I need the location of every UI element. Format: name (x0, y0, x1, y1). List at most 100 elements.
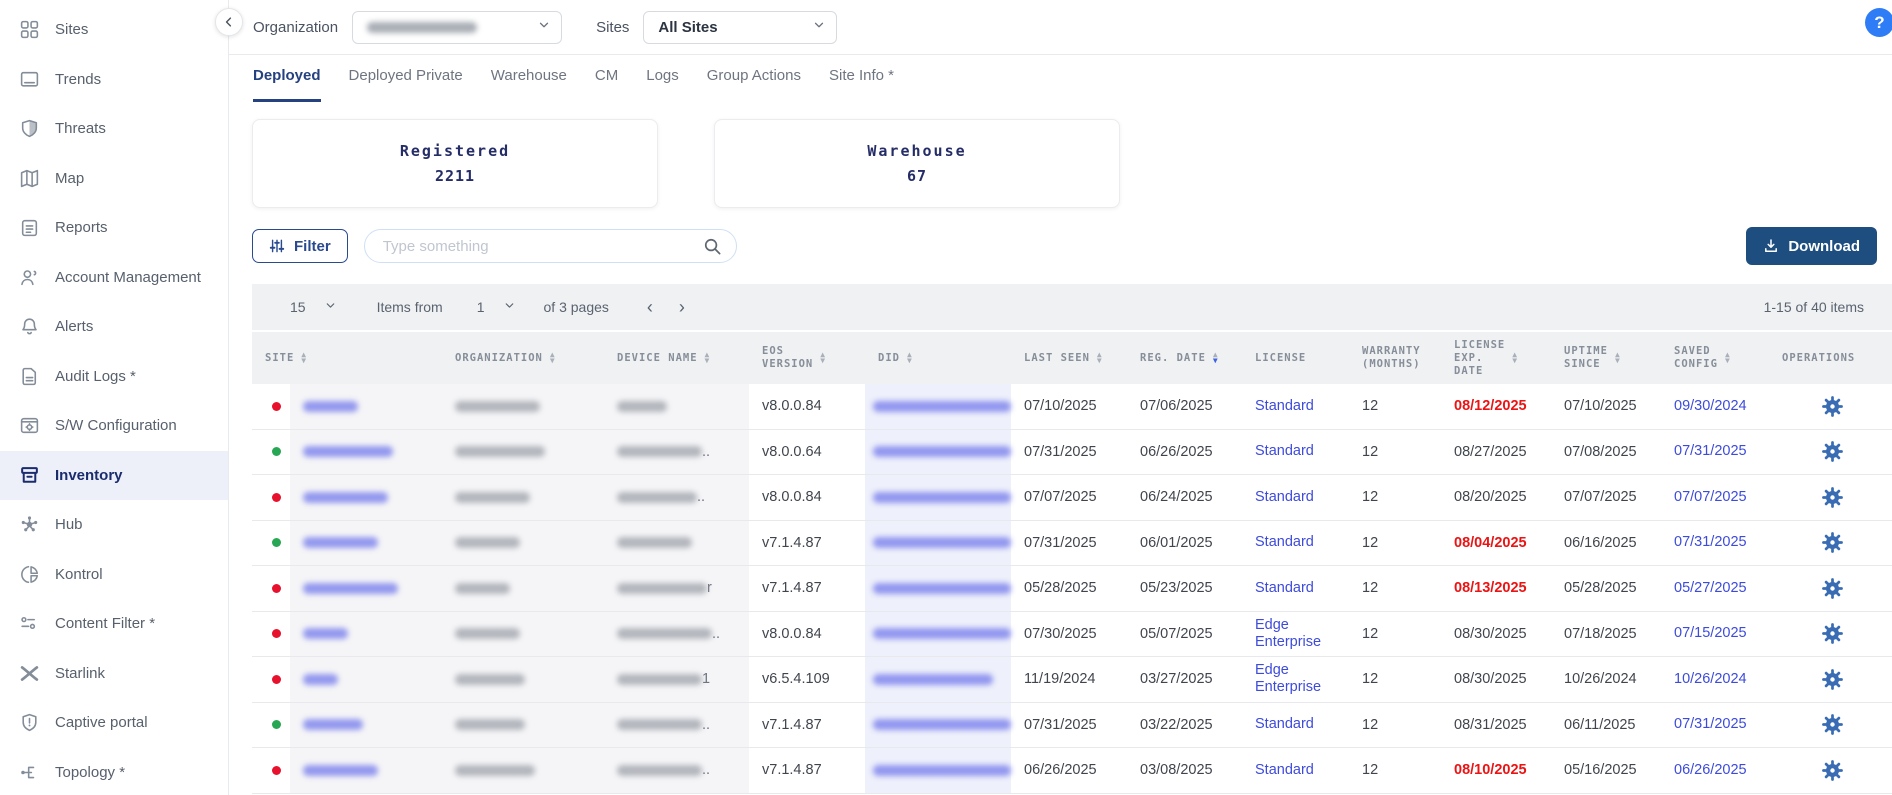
page-select[interactable]: 1 (477, 299, 516, 315)
sort-arrows-icon[interactable]: ▲▼ (1097, 352, 1103, 365)
gear-icon[interactable] (1822, 487, 1843, 508)
sites-select[interactable]: All Sites (643, 11, 837, 44)
sort-arrows-icon[interactable]: ▲▼ (550, 352, 556, 365)
tab-warehouse[interactable]: Warehouse (491, 67, 567, 102)
sidebar-item-kontrol[interactable]: Kontrol (0, 550, 228, 600)
did-cell[interactable] (865, 657, 1011, 702)
help-button[interactable]: ? (1865, 8, 1892, 37)
sort-arrows-icon[interactable]: ▲▼ (1615, 352, 1621, 365)
sidebar-item-inventory[interactable]: Inventory (0, 451, 228, 501)
sort-arrows-icon[interactable]: ▲▼ (1213, 352, 1219, 365)
sidebar-item-captive-portal[interactable]: Captive portal (0, 698, 228, 748)
organization-select[interactable] (352, 11, 562, 44)
site-cell[interactable] (290, 748, 442, 793)
gear-icon[interactable] (1822, 669, 1843, 690)
saved-config-link[interactable]: 07/31/2025 (1674, 716, 1747, 733)
license-cell[interactable]: Standard (1242, 521, 1349, 566)
site-cell[interactable] (290, 657, 442, 702)
saved-config-cell[interactable]: 10/26/2024 (1661, 657, 1769, 702)
saved-config-link[interactable]: 07/15/2025 (1674, 625, 1747, 642)
site-cell[interactable] (290, 475, 442, 520)
page-size-select[interactable]: 15 (290, 299, 337, 315)
saved-config-cell[interactable]: 09/30/2024 (1661, 384, 1769, 429)
license-link[interactable]: Standard (1255, 534, 1314, 551)
filter-button[interactable]: Filter (252, 229, 348, 263)
license-cell[interactable]: Standard (1242, 430, 1349, 475)
sort-arrows-icon[interactable]: ▲▼ (1512, 352, 1518, 365)
license-link[interactable]: Standard (1255, 443, 1314, 460)
license-link[interactable]: Standard (1255, 398, 1314, 415)
saved-config-cell[interactable]: 05/27/2025 (1661, 566, 1769, 611)
site-cell[interactable] (290, 612, 442, 657)
license-link[interactable]: Edge Enterprise (1255, 617, 1349, 651)
sidebar-item-threats[interactable]: Threats (0, 104, 228, 154)
sidebar-item-audit-logs[interactable]: Audit Logs * (0, 352, 228, 402)
saved-config-link[interactable]: 10/26/2024 (1674, 671, 1747, 688)
license-cell[interactable]: Edge Enterprise (1242, 657, 1349, 702)
tab-deployed[interactable]: Deployed (253, 67, 321, 102)
sidebar-item-s-w-configuration[interactable]: S/W Configuration (0, 401, 228, 451)
license-cell[interactable]: Standard (1242, 475, 1349, 520)
saved-config-cell[interactable]: 07/07/2025 (1661, 475, 1769, 520)
gear-icon[interactable] (1822, 623, 1843, 644)
saved-config-cell[interactable]: 07/31/2025 (1661, 703, 1769, 748)
sidebar-item-trends[interactable]: Trends (0, 55, 228, 105)
sidebar-item-hub[interactable]: Hub (0, 500, 228, 550)
tab-deployed-private[interactable]: Deployed Private (349, 67, 463, 102)
sort-arrows-icon[interactable]: ▲▼ (705, 352, 711, 365)
license-link[interactable]: Edge Enterprise (1255, 662, 1349, 696)
did-cell[interactable] (865, 703, 1011, 748)
tab-logs[interactable]: Logs (646, 67, 679, 102)
download-button[interactable]: Download (1746, 227, 1877, 265)
site-cell[interactable] (290, 521, 442, 566)
tab-cm[interactable]: CM (595, 67, 618, 102)
site-cell[interactable] (290, 384, 442, 429)
sidebar-item-account-management[interactable]: Account Management (0, 253, 228, 303)
site-cell[interactable] (290, 430, 442, 475)
sidebar-item-topology[interactable]: Topology * (0, 748, 228, 795)
sort-arrows-icon[interactable]: ▲▼ (907, 352, 913, 365)
next-page-button[interactable]: › (679, 298, 685, 316)
license-cell[interactable]: Standard (1242, 703, 1349, 748)
tab-group-actions[interactable]: Group Actions (707, 67, 801, 102)
did-cell[interactable] (865, 384, 1011, 429)
sort-arrows-icon[interactable]: ▲▼ (1725, 352, 1731, 365)
license-cell[interactable]: Edge Enterprise (1242, 612, 1349, 657)
did-cell[interactable] (865, 612, 1011, 657)
sort-arrows-icon[interactable]: ▲▼ (301, 352, 307, 365)
license-cell[interactable]: Standard (1242, 566, 1349, 611)
sidebar-item-alerts[interactable]: Alerts (0, 302, 228, 352)
gear-icon[interactable] (1822, 532, 1843, 553)
license-link[interactable]: Standard (1255, 762, 1314, 779)
search-icon[interactable] (703, 237, 722, 256)
gear-icon[interactable] (1822, 396, 1843, 417)
saved-config-link[interactable]: 05/27/2025 (1674, 580, 1747, 597)
gear-icon[interactable] (1822, 760, 1843, 781)
site-cell[interactable] (290, 566, 442, 611)
tab-site-info[interactable]: Site Info * (829, 67, 894, 102)
saved-config-cell[interactable]: 07/31/2025 (1661, 521, 1769, 566)
gear-icon[interactable] (1822, 441, 1843, 462)
gear-icon[interactable] (1822, 578, 1843, 599)
search-input[interactable] (383, 238, 703, 255)
saved-config-link[interactable]: 06/26/2025 (1674, 762, 1747, 779)
saved-config-link[interactable]: 07/31/2025 (1674, 534, 1747, 551)
sidebar-item-content-filter[interactable]: Content Filter * (0, 599, 228, 649)
saved-config-link[interactable]: 07/07/2025 (1674, 489, 1747, 506)
prev-page-button[interactable]: ‹ (647, 298, 653, 316)
license-link[interactable]: Standard (1255, 580, 1314, 597)
did-cell[interactable] (865, 521, 1011, 566)
sort-arrows-icon[interactable]: ▲▼ (820, 352, 826, 365)
saved-config-cell[interactable]: 06/26/2025 (1661, 748, 1769, 793)
saved-config-cell[interactable]: 07/15/2025 (1661, 612, 1769, 657)
did-cell[interactable] (865, 430, 1011, 475)
license-link[interactable]: Standard (1255, 716, 1314, 733)
sidebar-item-reports[interactable]: Reports (0, 203, 228, 253)
sidebar-item-sites[interactable]: Sites (0, 5, 228, 55)
saved-config-link[interactable]: 07/31/2025 (1674, 443, 1747, 460)
license-link[interactable]: Standard (1255, 489, 1314, 506)
did-cell[interactable] (865, 748, 1011, 793)
did-cell[interactable] (865, 475, 1011, 520)
gear-icon[interactable] (1822, 714, 1843, 735)
collapse-sidebar-button[interactable] (215, 8, 243, 36)
